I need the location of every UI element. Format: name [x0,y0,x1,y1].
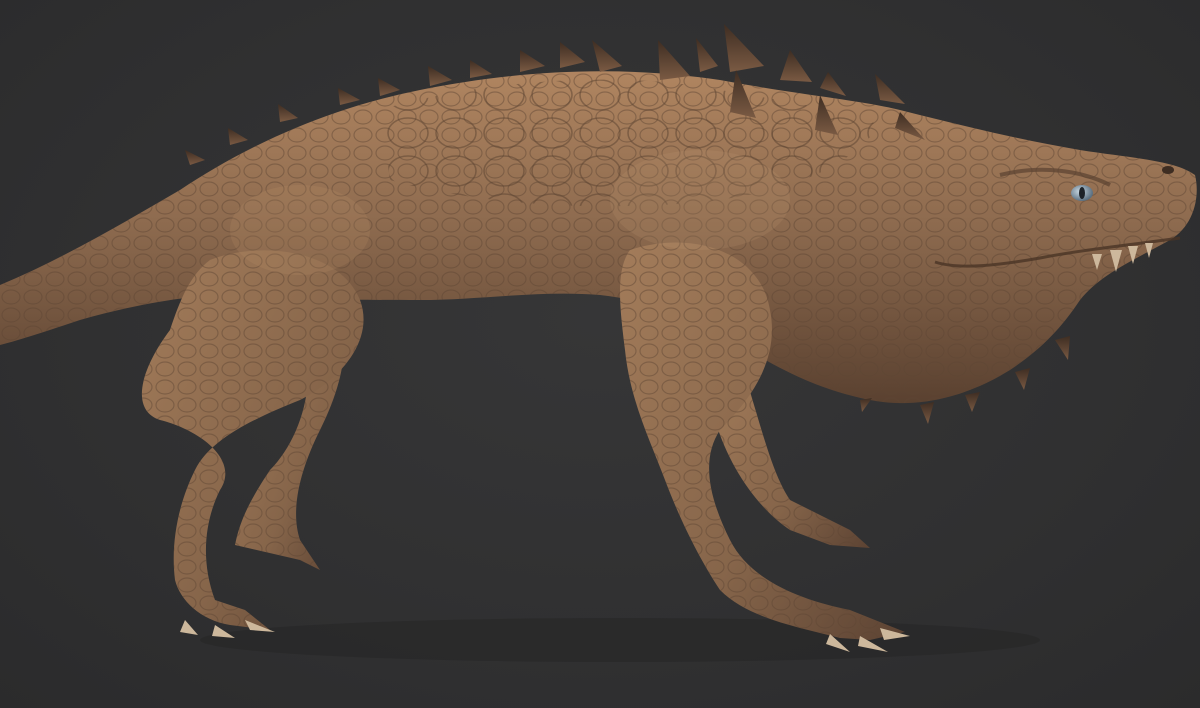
eye-icon [1071,185,1093,201]
ground-shadow [200,618,1040,662]
creature-sculpt [0,24,1197,662]
viewport-canvas[interactable] [0,0,1200,708]
hind-leg-near [141,250,364,638]
